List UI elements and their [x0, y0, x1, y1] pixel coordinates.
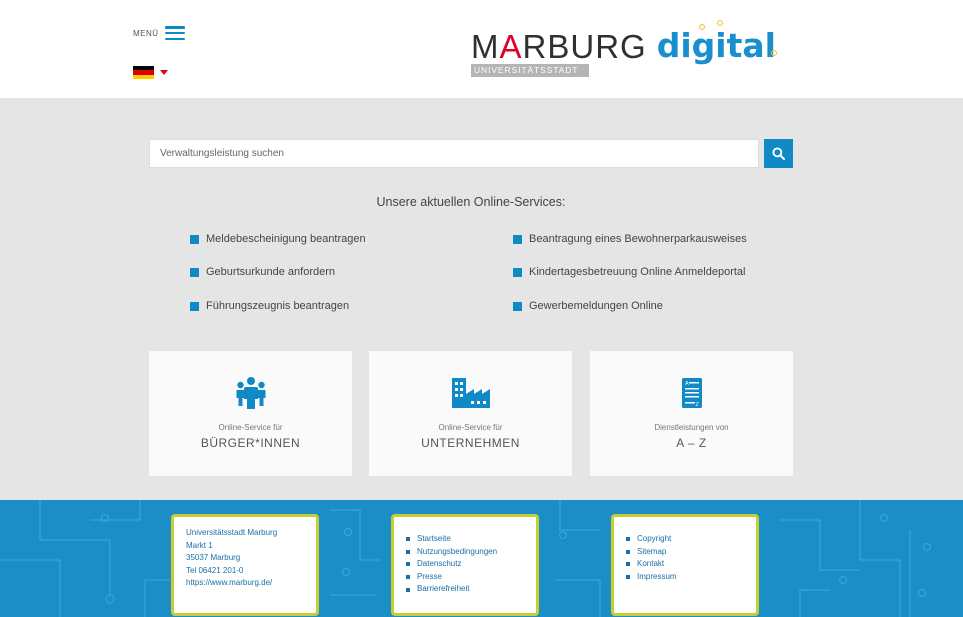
address-line: Tel 06421 201-0 [186, 565, 244, 575]
card-buerger[interactable]: Online-Service für BÜRGER*INNEN [149, 351, 352, 476]
site-logo[interactable]: MARBURG UNIVERSITÄTSSTADT digital [471, 20, 777, 80]
service-link-label: Gewerbemeldungen Online [529, 300, 663, 312]
service-link-label: Beantragung eines Bewohnerparkausweises [529, 233, 747, 245]
service-link-bewohnerparkausweis[interactable]: Beantragung eines Bewohnerparkausweises [513, 233, 747, 245]
menu-label: MENÜ [133, 28, 159, 38]
bullet-square-icon [513, 301, 522, 311]
language-switcher[interactable] [133, 66, 168, 79]
service-link-kindertagesbetreuung[interactable]: Kindertagesbetreuung Online Anmeldeporta… [513, 266, 745, 278]
search-icon [772, 147, 785, 160]
service-link-label: Führungszeugnis beantragen [206, 300, 350, 312]
bullet-icon [626, 575, 630, 580]
footer-link-label: Startseite [417, 534, 451, 543]
digital-logo: digital [656, 20, 777, 66]
search-button[interactable] [764, 139, 793, 168]
footer-link-copyright[interactable]: Copyright [626, 533, 744, 546]
digital-logo-text: digital [656, 26, 776, 65]
footer-link-label: Barrierefreiheit [417, 584, 470, 594]
footer-legal-box: Copyright Sitemap Kontakt Impressum [611, 514, 759, 616]
search-input[interactable] [160, 148, 758, 159]
people-icon [236, 377, 265, 409]
marburg-logo: MARBURG UNIVERSITÄTSSTADT [471, 30, 647, 77]
footer-links-box: Startseite Nutzungsbedingungen Datenschu… [391, 514, 539, 616]
footer-link-label: Nutzungsbedingungen [417, 546, 498, 556]
main-content: Unsere aktuellen Online-Services: Meldeb… [0, 98, 963, 500]
footer-link-label: Presse [417, 571, 442, 581]
footer-address-box: Universitätsstadt Marburg Markt 1 35037 … [171, 514, 319, 616]
footer-link-startseite[interactable]: Startseite [406, 533, 524, 546]
footer-link-label: Datenschutz [417, 559, 462, 569]
address-line: 35037 Marburg [186, 553, 241, 563]
footer-link-label: Impressum [637, 571, 677, 581]
german-flag-icon [133, 66, 154, 79]
service-link-label: Meldebescheinigung beantragen [206, 233, 366, 245]
card-unternehmen[interactable]: Online-Service für UNTERNEHMEN [369, 351, 572, 476]
footer-link-datenschutz[interactable]: Datenschutz [406, 558, 524, 571]
services-heading: Unsere aktuellen Online-Services: [376, 195, 566, 209]
site-header: MENÜ MARBURG UNIVERSITÄTSSTADT digital [0, 0, 963, 98]
bullet-square-icon [513, 267, 522, 277]
logo-word-end: RBURG [522, 28, 647, 65]
chevron-down-icon [160, 70, 168, 75]
bullet-icon [406, 549, 410, 554]
bullet-icon [626, 549, 630, 554]
address-line: Universitätsstadt Marburg [186, 528, 278, 537]
bullet-icon [626, 537, 630, 542]
footer-link-label: Kontakt [637, 559, 665, 569]
footer-link-barrierefreiheit[interactable]: Barrierefreiheit [406, 583, 524, 596]
menu-button[interactable]: MENÜ [133, 26, 185, 40]
site-footer: Universitätsstadt Marburg Markt 1 35037 … [0, 500, 963, 617]
bullet-square-icon [190, 301, 199, 311]
card-subtitle: Dienstleistungen von [654, 423, 729, 432]
bullet-square-icon [190, 267, 199, 277]
circuit-dot-icon [716, 20, 723, 26]
bullet-square-icon [513, 234, 522, 244]
address-line: Markt 1 [186, 540, 213, 550]
footer-link-label: Sitemap [637, 546, 667, 556]
bullet-icon [406, 537, 410, 542]
document-list-icon: A Z [681, 378, 702, 408]
logo-subtitle: UNIVERSITÄTSSTADT [471, 64, 589, 77]
address-website-link[interactable]: https://www.marburg.de/ [186, 577, 304, 590]
logo-word-start: M [471, 28, 500, 65]
circuit-dot-icon [770, 50, 777, 56]
footer-link-presse[interactable]: Presse [406, 571, 524, 584]
bullet-icon [406, 562, 410, 567]
service-link-meldebescheinigung[interactable]: Meldebescheinigung beantragen [190, 233, 366, 245]
card-dienstleistungen[interactable]: A Z Dienstleistungen von A – Z [590, 351, 793, 476]
service-link-label: Kindertagesbetreuung Online Anmeldeporta… [529, 266, 746, 278]
footer-link-kontakt[interactable]: Kontakt [626, 558, 744, 571]
card-title: A – Z [676, 436, 707, 450]
factory-icon [451, 378, 490, 408]
circuit-dot-icon [698, 24, 705, 30]
service-link-label: Geburtsurkunde anfordern [206, 266, 336, 278]
bullet-icon [626, 562, 630, 567]
card-title: UNTERNEHMEN [421, 436, 520, 450]
svg-text:A: A [685, 381, 689, 387]
hamburger-icon [164, 26, 185, 40]
bullet-square-icon [190, 234, 199, 244]
service-link-gewerbemeldungen[interactable]: Gewerbemeldungen Online [513, 300, 663, 312]
footer-link-sitemap[interactable]: Sitemap [626, 546, 744, 559]
footer-link-impressum[interactable]: Impressum [626, 571, 744, 584]
footer-link-nutzungsbedingungen[interactable]: Nutzungsbedingungen [406, 546, 524, 559]
card-title: BÜRGER*INNEN [200, 436, 301, 450]
bullet-icon [406, 587, 410, 592]
logo-word-accent: A [499, 28, 523, 65]
service-link-fuehrungszeugnis[interactable]: Führungszeugnis beantragen [190, 300, 349, 312]
service-link-geburtsurkunde[interactable]: Geburtsurkunde anfordern [190, 266, 335, 278]
footer-link-label: Copyright [637, 534, 672, 543]
card-subtitle: Online-Service für [438, 423, 503, 432]
search-box [149, 139, 759, 168]
bullet-icon [406, 575, 410, 580]
card-subtitle: Online-Service für [218, 423, 283, 432]
